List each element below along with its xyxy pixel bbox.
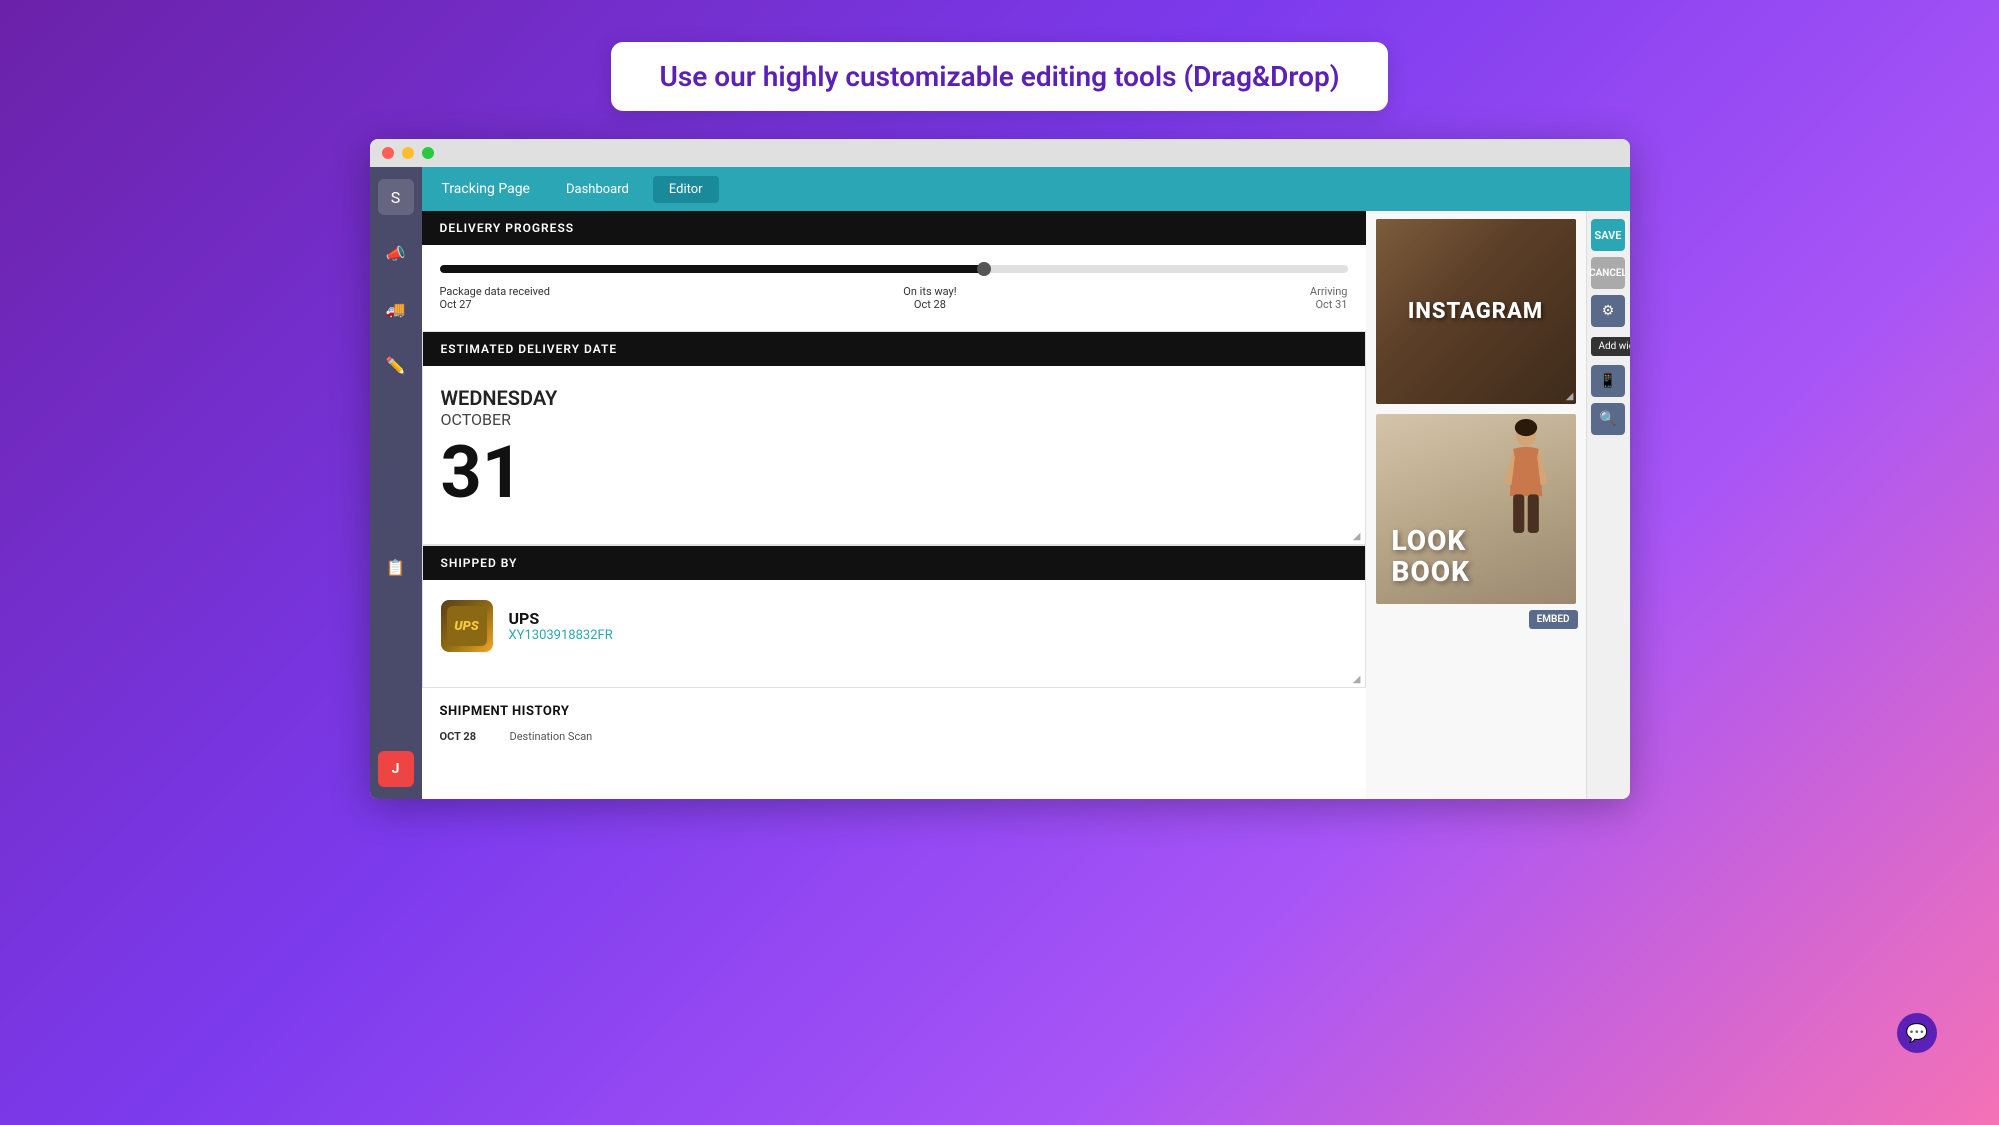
sidebar-megaphone[interactable]: 📣	[378, 235, 414, 271]
shipped-body: UPS UPS XY1303918832FR	[423, 580, 1365, 672]
edit-icon: ✏️	[386, 356, 406, 375]
progress-step-2: On its way! Oct 28	[903, 285, 956, 311]
resize-handle-delivery[interactable]: ◢	[423, 529, 1365, 544]
content-area: Tracking Page Dashboard Editor DELIVERY …	[422, 167, 1630, 799]
search-button[interactable]: 🔍	[1591, 403, 1625, 435]
minimize-dot[interactable]	[402, 147, 414, 159]
resize-handle-instagram[interactable]: ◢	[1566, 391, 1574, 402]
save-button[interactable]: SAVE	[1591, 219, 1625, 251]
top-banner: Use our highly customizable editing tool…	[611, 42, 1387, 111]
main-window: S 📣 🚚 ✏️ 📋 J Tracking Page	[370, 139, 1630, 799]
carrier-info: UPS XY1303918832FR	[509, 609, 613, 643]
cancel-button[interactable]: CANCEL	[1591, 257, 1625, 289]
delivery-date-body: WEDNESDAY OCTOBER 31	[423, 366, 1365, 529]
logo-icon: S	[391, 188, 401, 207]
delivery-number: 31	[441, 437, 1347, 509]
maximize-dot[interactable]	[422, 147, 434, 159]
step3-date: Oct 31	[1310, 298, 1348, 311]
delivery-month: OCTOBER	[441, 410, 1347, 429]
embed-container: EMBED	[1366, 606, 1586, 633]
sidebar-logo[interactable]: S	[378, 179, 414, 215]
close-dot[interactable]	[382, 147, 394, 159]
lookbook-widget-bg: LOOKBOOK	[1376, 414, 1576, 604]
sidebar-documents[interactable]: 📋	[378, 549, 414, 585]
top-nav: Tracking Page Dashboard Editor	[422, 167, 1630, 211]
main-panel: DELIVERY PROGRESS Package data received …	[422, 211, 1366, 799]
right-panel: INSTAGRAM ◢	[1366, 211, 1586, 799]
sidebar-truck[interactable]: 🚚	[378, 291, 414, 327]
toolbar: SAVE CANCEL ⚙ Add widget + 📱 🔍	[1586, 211, 1630, 799]
progress-bar-track	[440, 265, 1348, 273]
gear-icon: ⚙	[1602, 303, 1615, 319]
instagram-label: INSTAGRAM	[1408, 299, 1543, 324]
banner-text: Use our highly customizable editing tool…	[659, 60, 1339, 93]
tab-dashboard[interactable]: Dashboard	[550, 176, 645, 203]
mobile-view-button[interactable]: 📱	[1591, 365, 1625, 397]
shipment-history-title: SHIPMENT HISTORY	[440, 704, 1348, 719]
truck-icon: 🚚	[386, 300, 406, 319]
user-avatar[interactable]: J	[378, 751, 414, 787]
instagram-widget[interactable]: INSTAGRAM ◢	[1376, 219, 1576, 404]
progress-section: Package data received Oct 27 On its way!…	[422, 245, 1366, 331]
gear-button[interactable]: ⚙	[1591, 295, 1625, 327]
instagram-widget-bg: INSTAGRAM	[1376, 219, 1576, 404]
shipped-by-section: SHIPPED BY UPS UPS XY1303918832FR	[422, 545, 1366, 688]
chat-icon: 💬	[1906, 1023, 1928, 1044]
tracking-number[interactable]: XY1303918832FR	[509, 628, 613, 643]
estimated-delivery-section: ESTIMATED DELIVERY DATE WEDNESDAY OCTOBE…	[422, 331, 1366, 545]
carrier-logo: UPS	[441, 600, 493, 652]
ups-text: UPS	[454, 619, 479, 634]
step2-label: On its way!	[903, 285, 956, 298]
lookbook-label: LOOKBOOK	[1392, 526, 1470, 588]
progress-dot	[977, 262, 991, 276]
add-widget-label: Add widget	[1591, 337, 1630, 356]
step2-date: Oct 28	[903, 298, 956, 311]
avatar-letter: J	[392, 761, 400, 777]
step1-date: Oct 27	[440, 298, 550, 311]
add-widget-row: Add widget +	[1587, 333, 1630, 359]
delivery-progress-header: DELIVERY PROGRESS	[422, 211, 1366, 245]
shipment-history-section: SHIPMENT HISTORY OCT 28 Destination Scan	[422, 688, 1366, 754]
sidebar-edit[interactable]: ✏️	[378, 347, 414, 383]
window-chrome	[370, 139, 1630, 167]
carrier-name: UPS	[509, 609, 613, 628]
shipped-by-header: SHIPPED BY	[423, 546, 1365, 580]
resize-handle-shipped[interactable]: ◢	[423, 672, 1365, 687]
search-icon: 🔍	[1599, 411, 1616, 427]
tracking-page-title: Tracking Page	[442, 181, 530, 197]
mobile-icon: 📱	[1599, 373, 1616, 389]
progress-labels: Package data received Oct 27 On its way!…	[440, 285, 1348, 311]
content-body: DELIVERY PROGRESS Package data received …	[422, 211, 1630, 799]
embed-button[interactable]: EMBED	[1529, 610, 1578, 629]
tab-editor[interactable]: Editor	[653, 176, 719, 203]
delivery-day-name: WEDNESDAY	[441, 386, 1347, 410]
ups-inner: UPS	[447, 606, 487, 646]
documents-icon: 📋	[386, 558, 406, 577]
history-desc: Destination Scan	[510, 730, 593, 743]
megaphone-icon: 📣	[386, 244, 406, 263]
app-layout: S 📣 🚚 ✏️ 📋 J Tracking Page	[370, 167, 1630, 799]
step3-label: Arriving	[1310, 285, 1348, 298]
sidebar: S 📣 🚚 ✏️ 📋 J	[370, 167, 422, 799]
history-date: OCT 28	[440, 730, 490, 743]
progress-bar-fill	[440, 265, 985, 273]
person-figure	[1491, 419, 1561, 539]
progress-step-1: Package data received Oct 27	[440, 285, 550, 311]
lookbook-widget[interactable]: LOOKBOOK	[1376, 414, 1576, 604]
chat-bubble[interactable]: 💬	[1897, 1013, 1937, 1053]
step1-label: Package data received	[440, 285, 550, 298]
history-row: OCT 28 Destination Scan	[440, 727, 1348, 746]
progress-step-3: Arriving Oct 31	[1310, 285, 1348, 311]
estimated-delivery-header: ESTIMATED DELIVERY DATE	[423, 332, 1365, 366]
